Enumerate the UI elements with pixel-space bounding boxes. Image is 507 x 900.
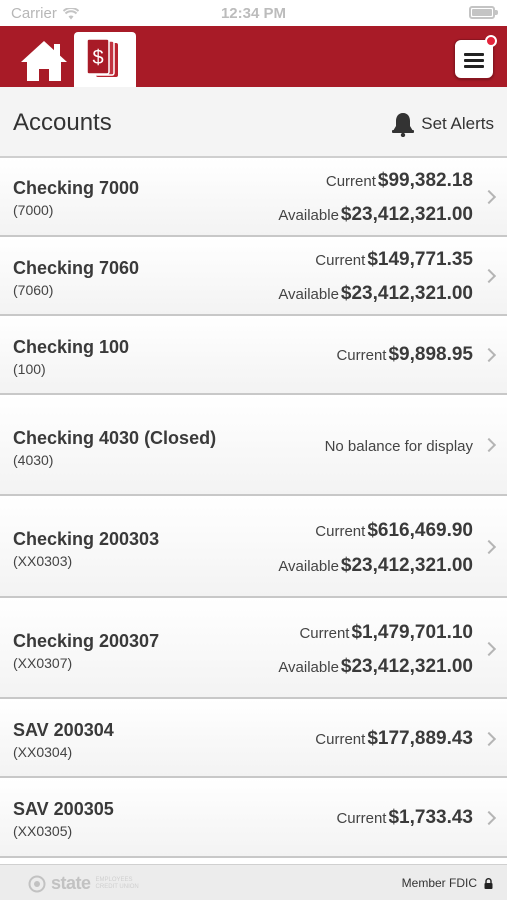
logo-mark-icon [28,875,46,892]
fdic-label: Member FDIC [401,876,477,890]
logo-sub-line-1: EMPLOYEES [95,876,133,883]
current-balance: Current $177,889.43 [315,728,473,750]
set-alerts-button[interactable]: Set Alerts [391,111,494,137]
current-label: Current [315,523,366,540]
notification-badge [485,35,497,47]
current-value: $99,382.18 [377,170,473,191]
account-row-sav-200304[interactable]: SAV 200304 (XX0304) Current $177,889.43 [0,699,507,778]
current-value: $616,469.90 [367,520,473,541]
svg-text:$: $ [92,47,103,69]
account-row-checking-200303[interactable]: Checking 200303 (XX0303) Current $616,46… [0,496,507,598]
home-button[interactable] [18,38,70,84]
chevron-right-icon [481,641,497,657]
account-name: Checking 4030 (Closed) [13,428,217,448]
account-number: (XX0307) [13,655,73,671]
account-name: Checking 7000 [13,178,140,198]
available-balance: Available $23,412,321.00 [278,204,473,226]
credit-union-logo: state EMPLOYEES CREDIT UNION [28,873,139,894]
available-label: Available [278,286,339,303]
current-balance: Current $99,382.18 [326,170,473,192]
lock-icon [484,877,493,889]
app-header: $ [0,26,507,87]
account-row-checking-4030[interactable]: Checking 4030 (Closed) (4030) No balance… [0,395,507,496]
available-label: Available [278,558,339,575]
account-row-checking-200307[interactable]: Checking 200307 (XX0307) Current $1,479,… [0,598,507,699]
account-name: Checking 200307 [13,631,160,651]
available-value: $23,412,321.00 [340,555,473,576]
available-balance: Available $23,412,321.00 [278,283,473,305]
hamburger-menu-icon [464,53,484,71]
set-alerts-label: Set Alerts [421,114,494,133]
account-name: SAV 200304 [13,720,114,740]
status-bar: Carrier 12:34 PM [0,0,507,26]
footer: state EMPLOYEES CREDIT UNION Member FDIC [0,864,507,900]
current-label: Current [315,731,366,748]
current-label: Current [325,173,376,190]
current-label: Current [336,810,387,827]
account-name: SAV 200305 [13,799,114,819]
current-value: $1,733.43 [388,807,473,828]
page-title: Accounts [13,109,112,136]
chevron-right-icon [481,268,497,284]
account-name: Checking 200303 [13,529,160,549]
account-name: Checking 100 [13,337,130,357]
account-list: Checking 7000 (7000) Current $99,382.18 … [0,158,507,858]
account-number: (4030) [13,452,54,468]
menu-button[interactable] [454,35,497,79]
chevron-right-icon [481,437,497,453]
logo-subtext: EMPLOYEES CREDIT UNION [96,877,139,891]
account-number: (XX0304) [13,744,73,760]
logo-sub-line-2: CREDIT UNION [95,883,139,890]
chevron-right-icon [481,347,497,363]
current-balance: Current $616,469.90 [315,520,473,542]
chevron-right-icon [481,189,497,205]
available-label: Available [278,659,339,676]
current-balance: Current $1,733.43 [336,807,473,829]
account-number: (XX0303) [13,553,73,569]
available-balance: Available $23,412,321.00 [278,555,473,577]
home-icon [21,41,67,81]
account-row-sav-200305[interactable]: SAV 200305 (XX0305) Current $1,733.43 [0,778,507,858]
available-value: $23,412,321.00 [340,283,473,304]
account-number: (XX0305) [13,823,73,839]
current-balance: Current $1,479,701.10 [299,622,473,644]
account-number: (100) [13,361,46,377]
accounts-tab[interactable]: $ [74,32,136,87]
title-bar: Accounts Set Alerts [0,87,507,158]
current-balance: Current $149,771.35 [315,249,473,271]
current-label: Current [299,625,350,642]
dollar-bill-icon: $ [86,38,118,77]
available-value: $23,412,321.00 [340,656,473,677]
current-label: Current [315,252,366,269]
available-label: Available [278,207,339,224]
available-balance: Available $23,412,321.00 [278,656,473,678]
account-number: (7000) [13,202,54,218]
current-value: $149,771.35 [367,249,473,270]
available-value: $23,412,321.00 [340,204,473,225]
chevron-right-icon [481,731,497,747]
current-value: $177,889.43 [367,728,473,749]
battery-icon [469,6,498,19]
current-value: $9,898.95 [388,344,473,365]
account-row-checking-7060[interactable]: Checking 7060 (7060) Current $149,771.35… [0,237,507,316]
logo-text: state [51,873,91,893]
clock: 12:34 PM [220,5,287,22]
no-balance-note: No balance for display [324,438,473,455]
account-row-checking-7000[interactable]: Checking 7000 (7000) Current $99,382.18 … [0,158,507,237]
member-fdic: Member FDIC [402,876,493,890]
current-balance: Current $9,898.95 [336,344,473,366]
account-row-checking-100[interactable]: Checking 100 (100) Current $9,898.95 [0,316,507,395]
chevron-right-icon [481,810,497,826]
current-label: Current [336,347,387,364]
account-number: (7060) [13,282,54,298]
bell-icon [392,113,415,137]
account-name: Checking 7060 [13,258,140,278]
chevron-right-icon [481,539,497,555]
current-value: $1,479,701.10 [351,622,473,643]
